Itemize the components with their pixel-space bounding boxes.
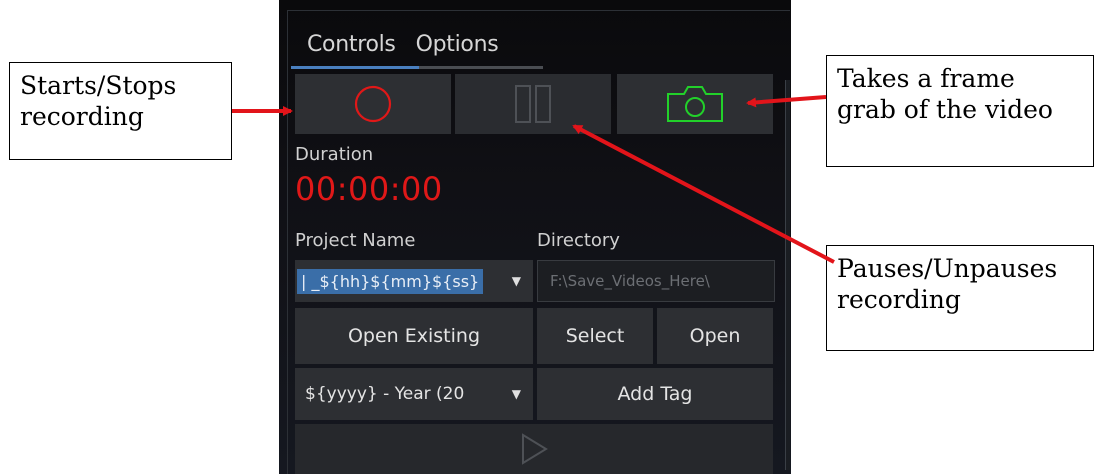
chevron-down-icon[interactable]: ▼ — [512, 387, 521, 401]
duration-value: 00:00:00 — [295, 170, 443, 208]
panel-right-edge — [785, 80, 790, 470]
project-name-label: Project Name — [295, 230, 416, 251]
directory-field[interactable]: F:\Save_Videos_Here\ — [537, 260, 775, 302]
open-existing-button[interactable]: Open Existing — [295, 308, 533, 364]
duration-label: Duration — [295, 144, 374, 165]
camera-icon — [667, 86, 723, 122]
open-button[interactable]: Open — [657, 308, 773, 364]
tab-controls[interactable]: Controls — [293, 30, 402, 70]
tab-inactive-indicator — [419, 66, 543, 69]
select-button[interactable]: Select — [537, 308, 653, 364]
snapshot-button[interactable] — [617, 74, 773, 134]
annotation-pause: Pauses/Unpauses recording — [826, 245, 1094, 351]
pause-button[interactable] — [455, 74, 611, 134]
record-circle-icon — [354, 85, 392, 123]
project-name-combobox[interactable]: | _${hh}${mm}${ss} ▼ — [295, 260, 533, 302]
record-button[interactable] — [295, 74, 451, 134]
recorder-panel: Controls Options Duration 00:00:00 Proje… — [279, 0, 791, 474]
tab-active-indicator — [291, 66, 419, 69]
tab-bar: Controls Options — [293, 30, 506, 70]
directory-label: Directory — [537, 230, 620, 251]
tab-options[interactable]: Options — [402, 30, 507, 70]
directory-placeholder: F:\Save_Videos_Here\ — [550, 272, 710, 290]
play-triangle-icon — [522, 433, 548, 465]
chevron-down-icon[interactable]: ▼ — [512, 274, 521, 288]
project-name-value: | _${hh}${mm}${ss} — [297, 268, 484, 294]
tag-dropdown[interactable]: ${yyyy} - Year (20 ▼ — [295, 368, 533, 420]
pause-bars-icon — [515, 85, 551, 123]
add-tag-button[interactable]: Add Tag — [537, 368, 773, 420]
annotation-snapshot: Takes a frame grab of the video — [826, 55, 1094, 167]
play-button[interactable] — [295, 424, 773, 474]
tag-dropdown-value: ${yyyy} - Year (20 — [305, 384, 465, 404]
annotation-record: Starts/Stops recording — [9, 62, 232, 160]
